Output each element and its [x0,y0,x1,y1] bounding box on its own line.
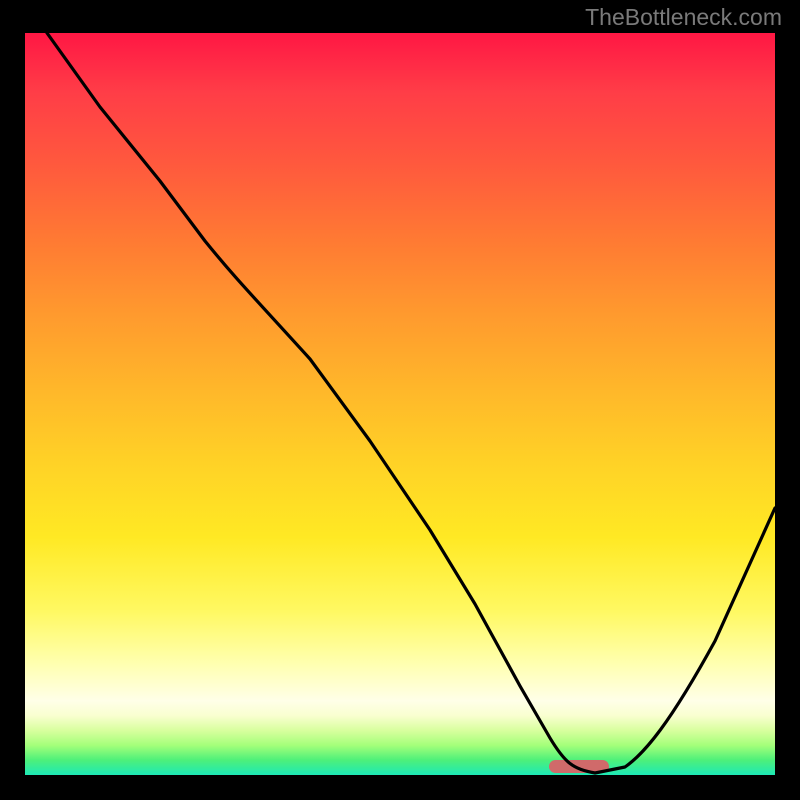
bottleneck-curve-path [47,33,775,773]
optimal-marker [549,760,609,773]
watermark-text: TheBottleneck.com [585,4,782,31]
plot-area [22,30,778,778]
chart-container: TheBottleneck.com [0,0,800,800]
curve-svg [25,33,775,775]
